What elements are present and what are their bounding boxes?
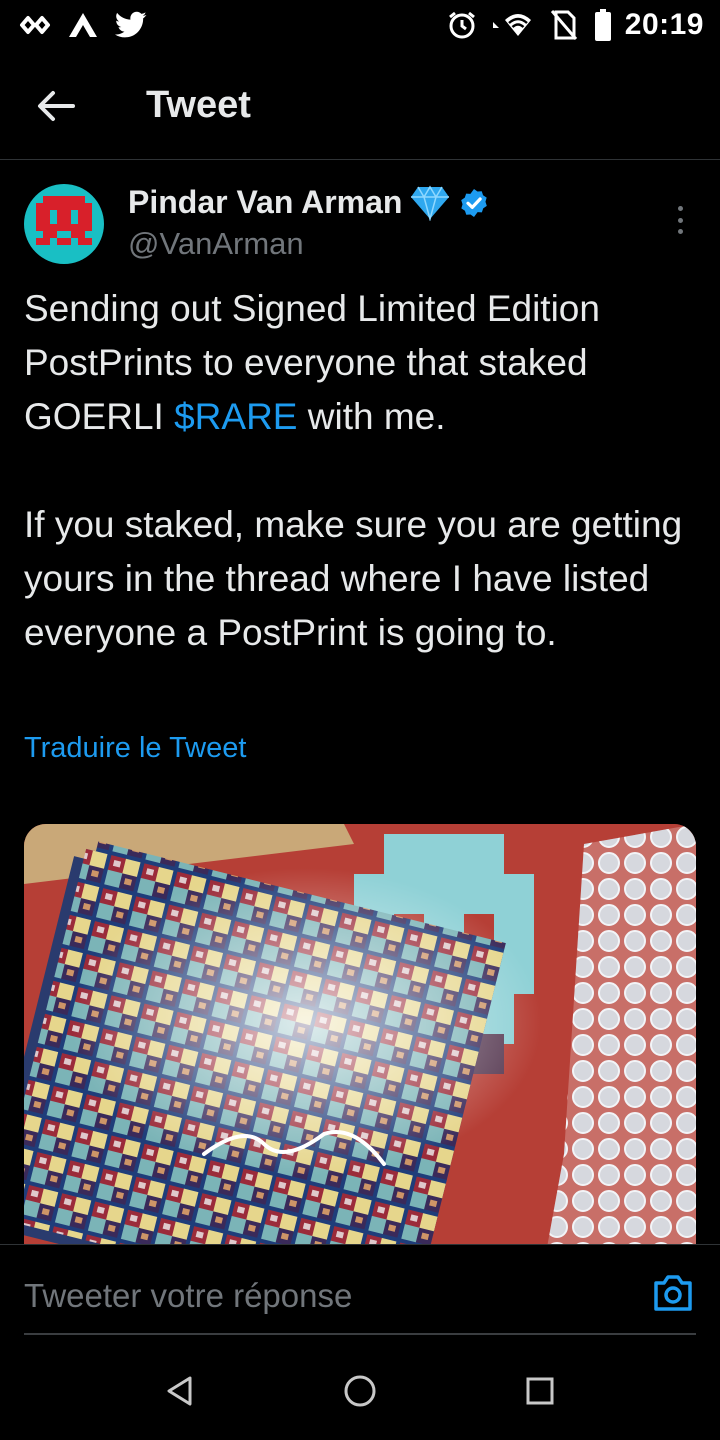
page-title: Tweet	[146, 84, 251, 126]
nav-back-button[interactable]	[163, 1374, 197, 1408]
space-invader-icon	[36, 196, 92, 245]
translate-tweet-link[interactable]: Traduire le Tweet	[24, 732, 246, 765]
verified-badge-icon	[461, 188, 488, 217]
diamond-icon	[411, 185, 450, 221]
triangle-back-icon	[167, 1376, 192, 1406]
status-bar-left	[18, 8, 148, 42]
arrow-left-icon	[38, 91, 75, 121]
nav-home-button[interactable]	[343, 1374, 377, 1408]
reply-bar: Tweeter votre réponse	[0, 1244, 720, 1336]
more-dot-icon	[677, 217, 683, 223]
app-header: Tweet	[0, 54, 720, 160]
more-dot-icon	[677, 229, 683, 234]
status-bar-right: 20:19	[445, 8, 704, 42]
twitter-bird-icon	[114, 8, 148, 42]
nav-recents-button[interactable]	[523, 1374, 557, 1408]
cashtag-link[interactable]: $RARE	[174, 396, 297, 437]
square-recents-icon	[526, 1377, 554, 1405]
more-options-button[interactable]	[670, 202, 690, 238]
author-display-name[interactable]: Pindar Van Arman	[128, 184, 402, 221]
clock: 20:19	[624, 8, 704, 41]
tweet-media-image[interactable]	[24, 824, 696, 1264]
link-app-icon	[18, 8, 52, 42]
battery-icon	[593, 8, 613, 42]
reply-underline	[24, 1333, 696, 1335]
back-button[interactable]	[34, 84, 78, 128]
avatar[interactable]	[24, 184, 104, 264]
status-bar: 20:19	[0, 0, 720, 50]
system-nav-bar	[0, 1340, 720, 1440]
tweet-body: Sending out Signed Limited Edition PostP…	[24, 282, 694, 660]
circle-home-icon	[344, 1375, 376, 1407]
alarm-icon	[445, 8, 479, 42]
camera-icon	[654, 1275, 692, 1311]
author-handle[interactable]: @VanArman	[128, 226, 304, 262]
camera-button[interactable]	[652, 1273, 694, 1313]
no-sim-icon	[547, 8, 581, 42]
wifi-icon	[491, 8, 535, 42]
photo-postprints	[24, 824, 696, 1264]
triangle-app-icon	[66, 8, 100, 42]
tweet-paragraph-2: If you staked, make sure you are getting…	[24, 504, 683, 653]
author-name-row: Pindar Van Arman	[128, 184, 490, 221]
more-dot-icon	[677, 206, 683, 211]
reply-input[interactable]: Tweeter votre réponse	[24, 1277, 352, 1315]
tweet-paragraph-1: Sending out Signed Limited Edition PostP…	[24, 288, 600, 437]
